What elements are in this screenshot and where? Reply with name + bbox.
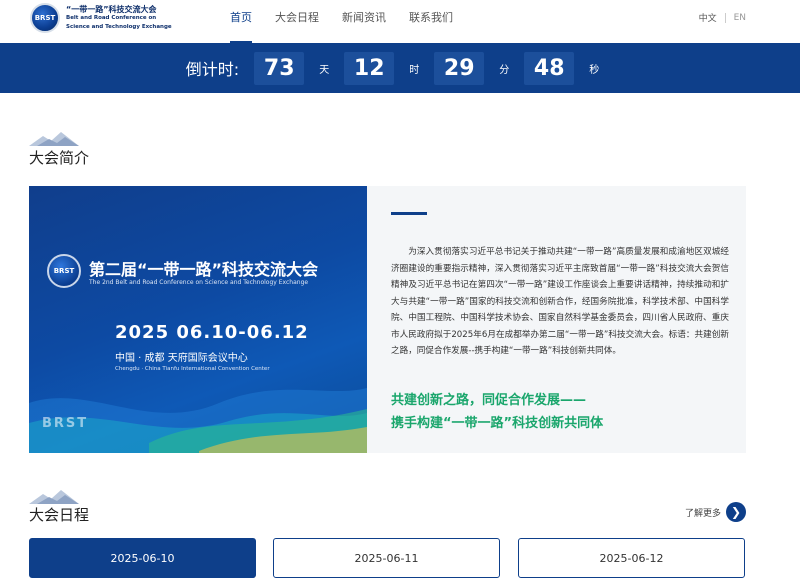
countdown-hours: 12 xyxy=(344,51,395,85)
countdown-minutes: 29 xyxy=(434,51,485,85)
slogan-line-1: 共建创新之路，同促合作发展—— xyxy=(391,393,587,408)
slogan-line-2: 携手构建“一带一路”科技创新共同体 xyxy=(391,416,604,431)
banner-title: 第二届“一带一路”科技交流大会 xyxy=(89,260,319,279)
conference-banner: BRST 第二届“一带一路”科技交流大会 The 2nd Belt and Ro… xyxy=(29,186,367,453)
countdown-seconds-unit: 秒 xyxy=(589,64,600,76)
mountain-decoration-icon xyxy=(29,132,79,146)
schedule-date-tab-3[interactable]: 2025-06-12 xyxy=(518,538,745,578)
learn-more-label: 了解更多 xyxy=(684,508,721,519)
nav-item-contact[interactable]: 联系我们 xyxy=(409,0,453,43)
main-nav: 首页 大会日程 新闻资讯 联系我们 xyxy=(230,0,476,43)
banner-subtitle: The 2nd Belt and Road Conference on Scie… xyxy=(89,279,309,286)
intro-card: BRST 第二届“一带一路”科技交流大会 The 2nd Belt and Ro… xyxy=(29,186,746,453)
countdown-seconds: 48 xyxy=(524,51,575,85)
nav-item-schedule[interactable]: 大会日程 xyxy=(275,0,319,43)
lang-en-link[interactable]: EN xyxy=(734,13,746,23)
banner-place: 中国 · 成都 天府国际会议中心 xyxy=(115,353,248,364)
nav-item-news[interactable]: 新闻资讯 xyxy=(342,0,386,43)
countdown-days-unit: 天 xyxy=(319,64,330,76)
logo-text: “一带一路”科技交流大会 Belt and Road Conference on… xyxy=(66,5,172,32)
logo-title-en-1: Belt and Road Conference on xyxy=(66,14,157,21)
arrow-right-icon[interactable]: ❯ xyxy=(726,502,746,522)
lang-cn-link[interactable]: 中文 xyxy=(699,11,717,24)
logo-title-en-2: Science and Technology Exchange xyxy=(66,23,172,30)
site-logo[interactable]: BRST “一带一路”科技交流大会 Belt and Road Conferen… xyxy=(30,3,172,33)
countdown-bar: 倒计时: 73 天 12 时 29 分 48 秒 xyxy=(0,43,800,93)
countdown-minutes-unit: 分 xyxy=(499,64,510,76)
banner-place-en: Chengdu · China Tianfu International Con… xyxy=(115,366,270,372)
intro-paragraph: 为深入贯彻落实习近平总书记关于推动共建“一带一路”高质量发展和成渝地区双城经济圈… xyxy=(391,247,729,356)
schedule-section-title: 大会日程 xyxy=(29,506,90,524)
site-header: BRST “一带一路”科技交流大会 Belt and Road Conferen… xyxy=(0,0,800,43)
lang-divider xyxy=(724,12,726,23)
intro-section-title: 大会简介 xyxy=(29,149,90,167)
countdown-days: 73 xyxy=(254,51,305,85)
logo-emblem: BRST xyxy=(30,3,60,33)
banner-logo: BRST xyxy=(47,254,81,288)
banner-date: 2025 06.10-06.12 xyxy=(115,322,309,343)
intro-text-panel: 为深入贯彻落实习近平总书记关于推动共建“一带一路”高质量发展和成渝地区双城经济圈… xyxy=(367,186,746,453)
mountain-decoration-icon xyxy=(29,490,79,504)
learn-more-link[interactable]: 了解更多 ❯ xyxy=(685,502,746,522)
schedule-date-tab-1[interactable]: 2025-06-10 xyxy=(29,538,256,578)
schedule-date-tab-2[interactable]: 2025-06-11 xyxy=(273,538,500,578)
countdown-hours-unit: 时 xyxy=(409,64,420,76)
logo-title-cn: “一带一路”科技交流大会 xyxy=(66,4,157,14)
nav-item-home[interactable]: 首页 xyxy=(230,0,252,43)
banner-brand: BRST xyxy=(42,416,89,431)
language-switch: 中文 EN xyxy=(699,11,746,24)
countdown-label: 倒计时: xyxy=(185,60,240,79)
intro-accent-bar xyxy=(391,212,427,215)
